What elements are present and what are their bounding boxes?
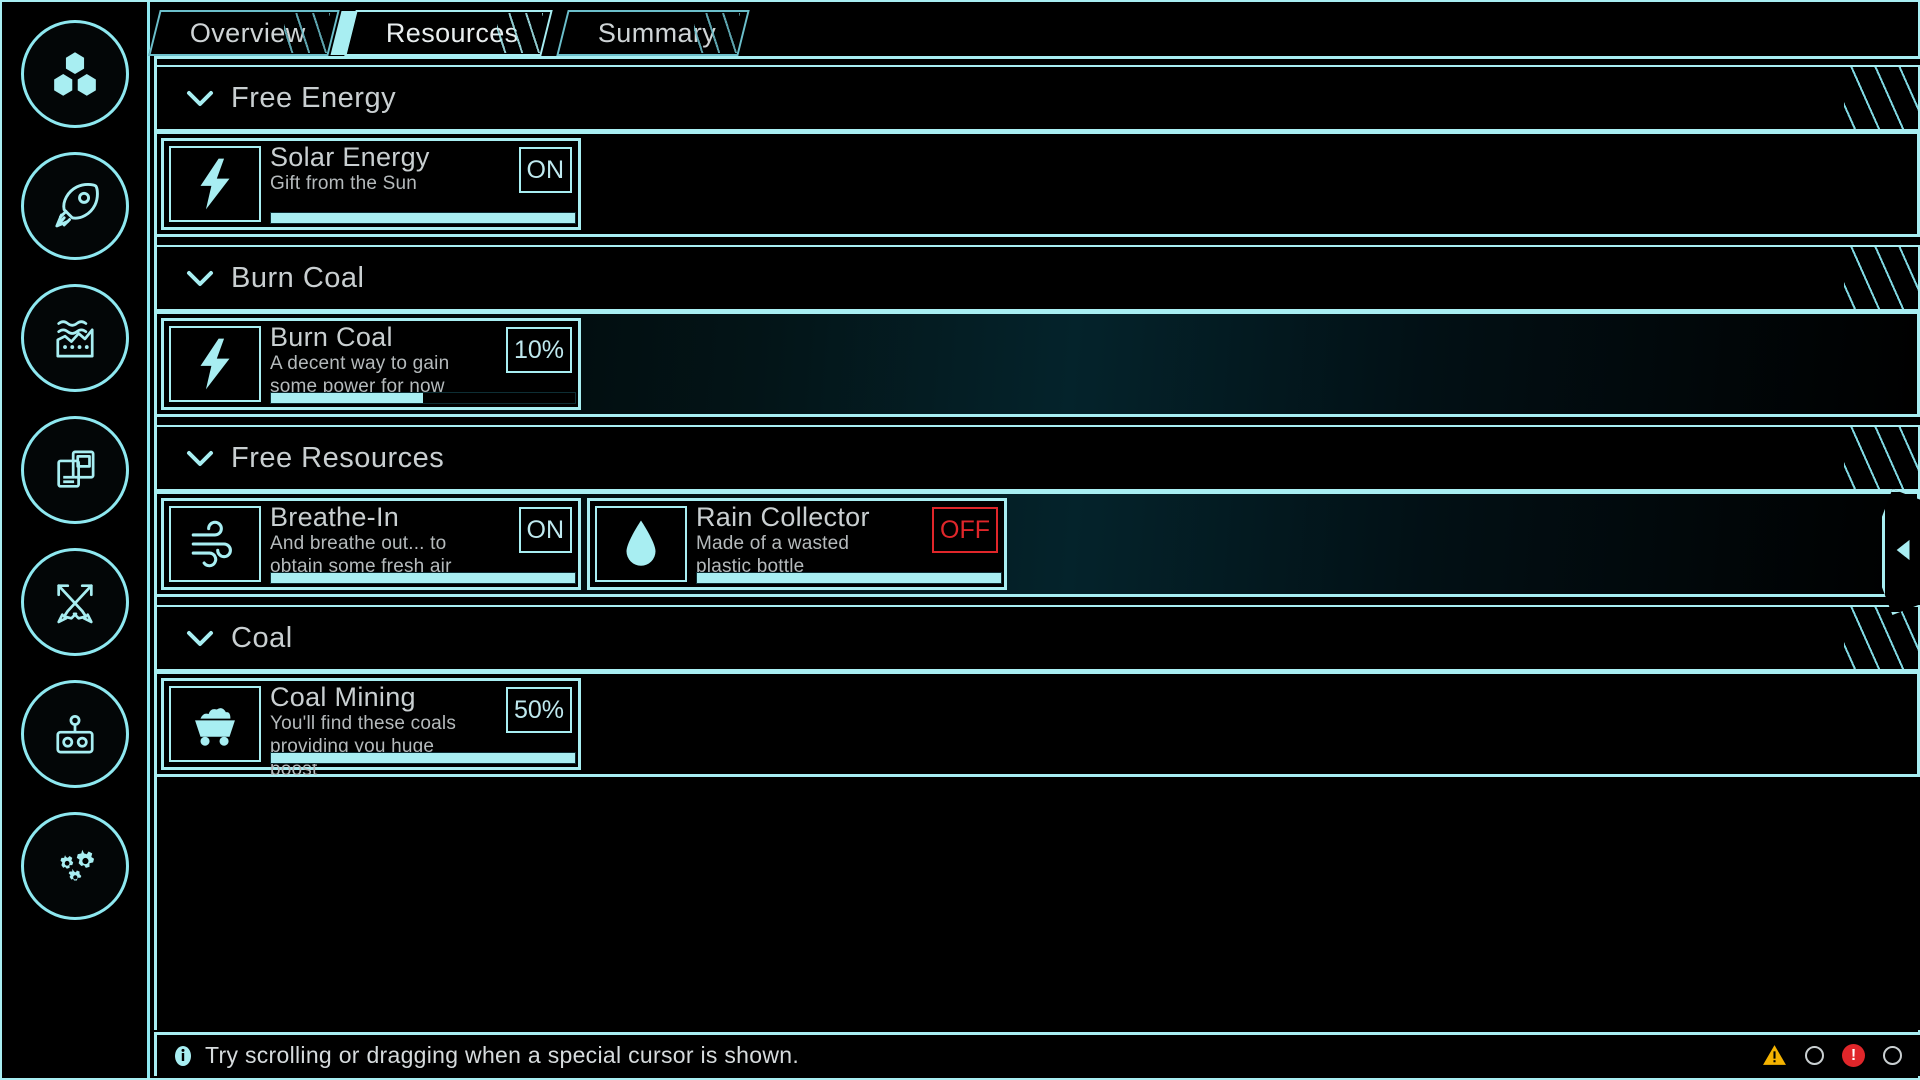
resource-progress-bar <box>270 392 576 404</box>
tab-resources[interactable]: Resources <box>343 10 553 56</box>
section-title: Coal <box>231 621 293 654</box>
status-indicators: ! <box>1762 1043 1902 1068</box>
section-title: Burn Coal <box>231 261 365 294</box>
tab-hatch-decoration <box>694 13 741 53</box>
sidebar-item-robot[interactable] <box>20 680 129 788</box>
resource-description: Gift from the Sun <box>270 173 418 194</box>
tabbar: Overview Resources Summary <box>148 4 1914 56</box>
resource-toggle-badge[interactable]: ON <box>518 147 572 193</box>
resource-toggle-badge[interactable]: 50% <box>505 687 572 733</box>
sidebar-item-cards[interactable] <box>20 416 129 524</box>
section-header[interactable]: Burn Coal <box>157 245 1920 311</box>
gears-icon <box>46 837 104 895</box>
resource-icon-frame <box>169 686 261 762</box>
factory-icon <box>46 309 104 367</box>
warning-triangle-icon[interactable] <box>1762 1043 1787 1068</box>
section-header[interactable]: Free Resources <box>157 425 1920 491</box>
error-circle-icon[interactable]: ! <box>1842 1044 1865 1067</box>
sidebar-item-combat[interactable] <box>20 548 129 656</box>
resource-icon-frame <box>169 146 261 222</box>
hex-cluster-icon <box>46 45 104 103</box>
chevron-left-icon <box>1893 537 1915 568</box>
resource-icon-frame <box>595 506 687 582</box>
panel-collapse-button[interactable] <box>1882 489 1920 615</box>
section-header[interactable]: Coal <box>157 605 1920 671</box>
resource-card-body: Rain Collector Made of a wasted plastic b… <box>692 501 1004 587</box>
tab-summary[interactable]: Summary <box>556 10 751 56</box>
section-title: Free Resources <box>231 441 445 474</box>
statusbar: Try scrolling or dragging when a special… <box>154 1032 1920 1076</box>
resource-card-body: Solar Energy Gift from the Sun ON <box>266 141 578 227</box>
circle-outline-icon[interactable] <box>1805 1046 1824 1065</box>
lightning-bolt-icon <box>186 335 244 393</box>
rocket-icon <box>46 177 104 235</box>
crossed-swords-icon <box>46 573 104 631</box>
section-hatch-decoration <box>1844 427 1918 489</box>
chevron-down-icon[interactable] <box>183 81 217 115</box>
water-drop-icon <box>612 515 670 573</box>
wind-icon <box>186 515 244 573</box>
resource-section: Coal Coal Mining You'll find these coals p… <box>157 605 1920 780</box>
section-card-row: Coal Mining You'll find these coals provi… <box>157 671 1920 780</box>
sidebar-item-resources[interactable] <box>20 20 129 128</box>
game-window: Overview Resources Summary Free Energy So… <box>0 0 1920 1080</box>
chevron-down-icon[interactable] <box>183 261 217 295</box>
info-icon <box>171 1044 195 1068</box>
chevron-down-icon[interactable] <box>183 621 217 655</box>
resource-card[interactable]: Breathe-In And breathe out... to obtain s… <box>161 498 581 590</box>
sidebar-item-settings[interactable] <box>20 812 129 920</box>
resource-card-body: Burn Coal A decent way to gain some power… <box>266 321 578 407</box>
lightning-bolt-icon <box>186 155 244 213</box>
resource-icon-frame <box>169 326 261 402</box>
section-header[interactable]: Free Energy <box>157 65 1920 131</box>
cards-icon <box>46 441 104 499</box>
sidebar-item-rocket[interactable] <box>20 152 129 260</box>
resource-card[interactable]: Burn Coal A decent way to gain some power… <box>161 318 581 410</box>
resource-progress-bar <box>696 572 1002 584</box>
resource-section: Free Energy Solar Energy Gift from the Sun… <box>157 65 1920 237</box>
resource-icon-frame <box>169 506 261 582</box>
section-card-row: Breathe-In And breathe out... to obtain s… <box>157 491 1920 597</box>
resource-toggle-badge[interactable]: 10% <box>505 327 572 373</box>
section-hatch-decoration <box>1844 247 1918 309</box>
section-card-row: Solar Energy Gift from the Sun ON <box>157 131 1920 237</box>
resource-progress-bar <box>270 572 576 584</box>
resource-card-body: Breathe-In And breathe out... to obtain s… <box>266 501 578 587</box>
sidebar-item-factory[interactable] <box>20 284 129 392</box>
robot-icon <box>46 705 104 763</box>
resources-list: Free Energy Solar Energy Gift from the Sun… <box>157 59 1920 1039</box>
resource-card[interactable]: Coal Mining You'll find these coals provi… <box>161 678 581 780</box>
mine-cart-icon <box>186 695 244 753</box>
chevron-down-icon[interactable] <box>183 441 217 475</box>
circle-outline-icon[interactable] <box>1883 1046 1902 1065</box>
tab-hatch-decoration <box>283 13 330 53</box>
sidebar <box>2 2 150 1078</box>
resource-description: You'll find these coals providing you hu… <box>270 713 457 780</box>
resource-section: Free Resources Breathe-In And breathe out.… <box>157 425 1920 597</box>
resource-card[interactable]: Rain Collector Made of a wasted plastic b… <box>587 498 1007 590</box>
resource-toggle-badge[interactable]: OFF <box>932 507 998 553</box>
status-message: Try scrolling or dragging when a special… <box>205 1042 800 1068</box>
section-card-row: Burn Coal A decent way to gain some power… <box>157 311 1920 417</box>
resource-toggle-badge[interactable]: ON <box>518 507 572 553</box>
tab-overview[interactable]: Overview <box>148 10 340 56</box>
resource-progress-bar <box>270 212 576 224</box>
resource-card-body: Coal Mining You'll find these coals provi… <box>266 681 578 780</box>
section-hatch-decoration <box>1844 67 1918 129</box>
tab-hatch-decoration <box>496 13 543 53</box>
section-title: Free Energy <box>231 81 397 114</box>
resource-card[interactable]: Solar Energy Gift from the Sun ON <box>161 138 581 230</box>
resource-progress-bar <box>270 752 576 764</box>
section-hatch-decoration <box>1844 607 1918 669</box>
resource-section: Burn Coal Burn Coal A decent way to gain s… <box>157 245 1920 417</box>
resources-panel[interactable]: Free Energy Solar Energy Gift from the Sun… <box>154 56 1920 1030</box>
